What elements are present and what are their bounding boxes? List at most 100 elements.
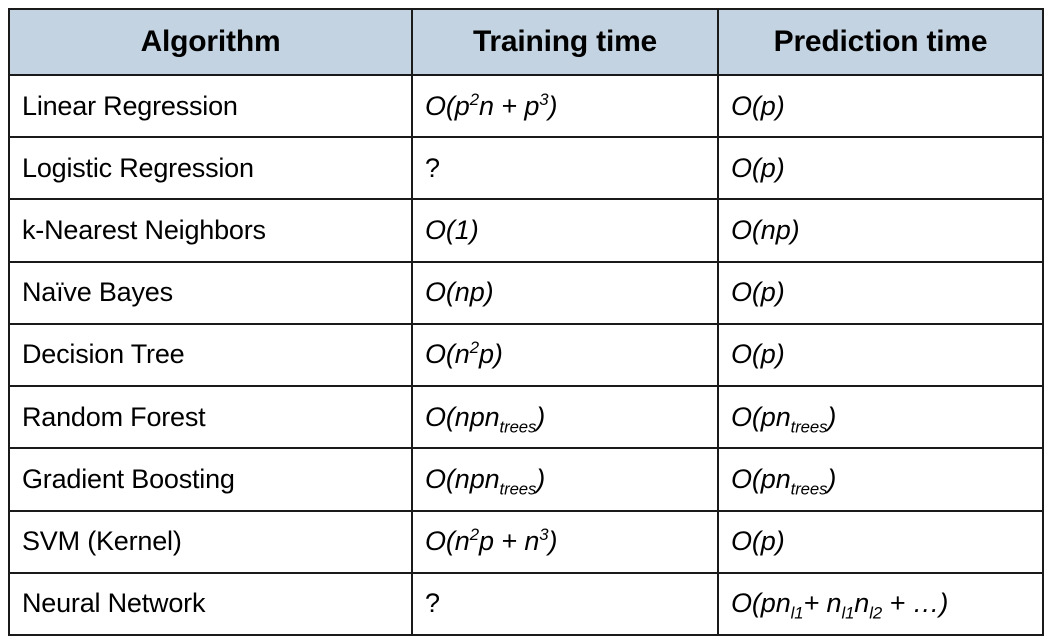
prediction-time-cell: O(p) — [717, 322, 1044, 388]
table-row: SVM (Kernel) O(n2p + n3) O(p) — [8, 509, 1044, 574]
formula-var: p — [760, 277, 776, 308]
table-row: Naïve Bayes O(np) O(p) — [8, 260, 1044, 325]
formula-sub: trees — [499, 479, 537, 499]
formula-plain: O( — [731, 588, 761, 619]
formula-plain: + — [493, 90, 525, 121]
formula-var: p — [454, 90, 470, 121]
prediction-time-cell: O(p) — [717, 73, 1044, 139]
algorithm-name-cell: Random Forest — [8, 385, 413, 450]
formula-plain: ) — [775, 90, 785, 121]
formula-var: n — [454, 339, 470, 370]
algorithm-name-cell: Logistic Regression — [8, 136, 413, 201]
formula-plain: O( — [425, 526, 455, 557]
prediction-time-cell: O(np) — [717, 198, 1044, 263]
formula-var: p — [478, 526, 494, 557]
prediction-time-cell: O(pnl1+ nl1nl2 + …) — [717, 571, 1044, 637]
table-row: Gradient Boosting O(npntrees) O(pntrees) — [8, 447, 1044, 512]
algorithm-name-cell: SVM (Kernel) — [8, 509, 413, 574]
table-row: Linear Regression O(p2n + p3) O(p) — [8, 73, 1044, 139]
formula-plain: O( — [425, 339, 455, 370]
formula-plain: ) — [536, 463, 546, 494]
formula-sub: l1 — [841, 603, 855, 623]
formula-sub: l1 — [790, 603, 804, 623]
formula-plain: O( — [731, 90, 761, 121]
formula-var: p — [524, 90, 540, 121]
column-header-algorithm: Algorithm — [8, 8, 413, 76]
training-time-cell: O(npntrees) — [411, 385, 719, 450]
column-header-prediction: Prediction time — [717, 8, 1044, 76]
formula-var: npn — [454, 401, 500, 432]
complexity-table-container: Algorithm Training time Prediction time … — [8, 8, 1044, 637]
training-time-cell: O(1) — [411, 198, 719, 263]
formula-plain: O( — [731, 277, 761, 308]
formula-plain: O( — [425, 401, 455, 432]
formula-var: np — [454, 277, 485, 308]
training-time-cell: ? — [411, 136, 719, 201]
formula-sub: trees — [790, 417, 828, 437]
training-time-cell: O(n2p + n3) — [411, 509, 719, 574]
table-row: Logistic Regression? O(p) — [8, 136, 1044, 201]
formula-plain: + — [493, 526, 525, 557]
training-time-cell: O(n2p) — [411, 322, 719, 388]
table-row: Random Forest O(npntrees) O(pntrees) — [8, 385, 1044, 450]
training-time-cell: O(p2n + p3) — [411, 73, 719, 139]
prediction-time-cell: O(p) — [717, 136, 1044, 201]
prediction-time-cell: O(pntrees) — [717, 385, 1044, 450]
formula-var: pn — [760, 401, 791, 432]
formula-plain: O( — [731, 339, 761, 370]
column-header-training: Training time — [411, 8, 719, 76]
formula-plain: ) — [775, 152, 785, 183]
formula-sub: trees — [790, 479, 828, 499]
formula-var: n — [854, 588, 870, 619]
formula-var: p — [760, 152, 776, 183]
table-row: Decision Tree O(n2p) O(p) — [8, 322, 1044, 388]
prediction-time-cell: O(p) — [717, 509, 1044, 574]
formula-sup: 2 — [469, 338, 479, 358]
formula-plain: ) — [775, 526, 785, 557]
algorithm-name-cell: k-Nearest Neighbors — [8, 198, 413, 263]
formula-plain: O( — [425, 463, 455, 494]
formula-plain: + — [803, 588, 827, 619]
formula-plain: ) — [775, 339, 785, 370]
formula-q: ? — [425, 152, 440, 183]
algorithm-name-cell: Linear Regression — [8, 73, 413, 139]
training-time-cell: O(npntrees) — [411, 447, 719, 512]
formula-var: n — [826, 588, 842, 619]
algorithm-name-cell: Gradient Boosting — [8, 447, 413, 512]
ml-algorithm-complexity-table: Algorithm Training time Prediction time … — [8, 8, 1044, 637]
formula-plain: + …) — [882, 588, 949, 619]
formula-var: pn — [760, 463, 791, 494]
formula-var: n — [454, 526, 470, 557]
formula-plain: ) — [493, 339, 503, 370]
formula-plain: ) — [790, 215, 800, 246]
formula-var: p — [760, 339, 776, 370]
algorithm-name-cell: Naïve Bayes — [8, 260, 413, 325]
formula-var: p — [478, 339, 494, 370]
formula-plain: ) — [536, 401, 546, 432]
training-time-cell: ? — [411, 571, 719, 637]
formula-plain: O( — [731, 463, 761, 494]
table-row: Neural Network? O(pnl1+ nl1nl2 + …) — [8, 571, 1044, 637]
formula-plain: O( — [731, 526, 761, 557]
formula-plain: ) — [827, 401, 837, 432]
formula-plain: O( — [425, 90, 455, 121]
algorithm-name-cell: Neural Network — [8, 571, 413, 637]
training-time-cell: O(np) — [411, 260, 719, 325]
algorithm-name-cell: Decision Tree — [8, 322, 413, 388]
formula-var: n — [478, 90, 494, 121]
formula-plain: ) — [548, 526, 558, 557]
table-header: Algorithm Training time Prediction time — [8, 8, 1044, 76]
prediction-time-cell: O(pntrees) — [717, 447, 1044, 512]
table-body: Linear Regression O(p2n + p3) O(p) Logistic… — [8, 73, 1044, 637]
formula-plain: ) — [484, 277, 494, 308]
table-row: k-Nearest Neighbors O(1) O(np) — [8, 198, 1044, 263]
formula-plain: O(1) — [425, 215, 479, 246]
formula-plain: O( — [425, 277, 455, 308]
prediction-time-cell: O(p) — [717, 260, 1044, 325]
formula-sup: 2 — [469, 525, 479, 545]
formula-var: npn — [454, 463, 500, 494]
formula-var: n — [524, 526, 540, 557]
formula-var: np — [760, 215, 791, 246]
formula-sub: l2 — [869, 603, 883, 623]
formula-sup: 2 — [469, 89, 479, 109]
